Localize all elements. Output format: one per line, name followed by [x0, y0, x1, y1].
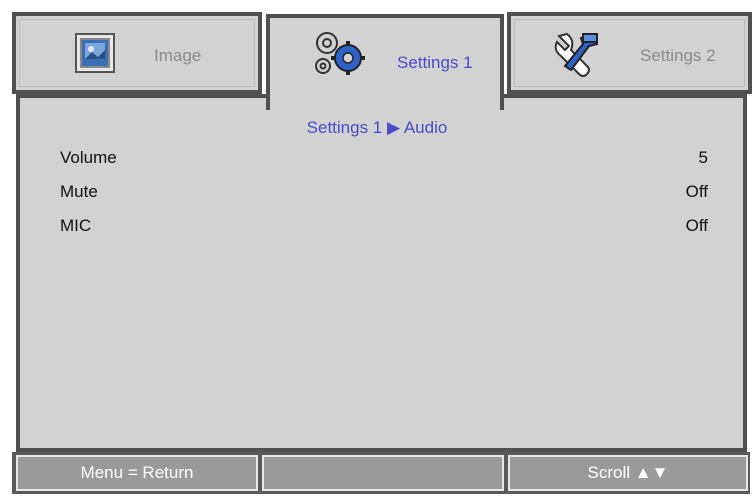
tab-image-label: Image — [154, 46, 202, 65]
mic-label: MIC — [60, 216, 92, 235]
volume-value: 5 — [698, 148, 708, 167]
menu-row-mute[interactable]: Mute Off — [60, 182, 708, 202]
image-icon — [74, 32, 116, 79]
mute-label: Mute — [60, 182, 98, 201]
volume-label: Volume — [60, 148, 117, 167]
tab-settings-2-label: Settings 2 — [640, 46, 716, 65]
tab-settings-1-label: Settings 1 — [397, 53, 473, 72]
menu-return-hint: Menu = Return — [16, 455, 258, 491]
bottom-bar-middle — [262, 455, 504, 491]
scroll-hint: Scroll ▲▼ — [508, 455, 748, 491]
mic-value: Off — [685, 216, 708, 235]
mute-value: Off — [685, 182, 708, 201]
menu-row-mic[interactable]: MIC Off — [60, 216, 708, 236]
tab-settings-2[interactable]: Settings 2 — [507, 12, 752, 94]
tab-settings-1[interactable]: Settings 1 — [266, 14, 504, 110]
gears-icon — [310, 26, 370, 87]
tools-icon — [551, 30, 603, 85]
tab-image[interactable]: Image — [12, 12, 262, 94]
breadcrumb: Settings 1 ▶ Audio — [306, 118, 448, 137]
menu-row-volume[interactable]: Volume 5 — [60, 148, 708, 168]
